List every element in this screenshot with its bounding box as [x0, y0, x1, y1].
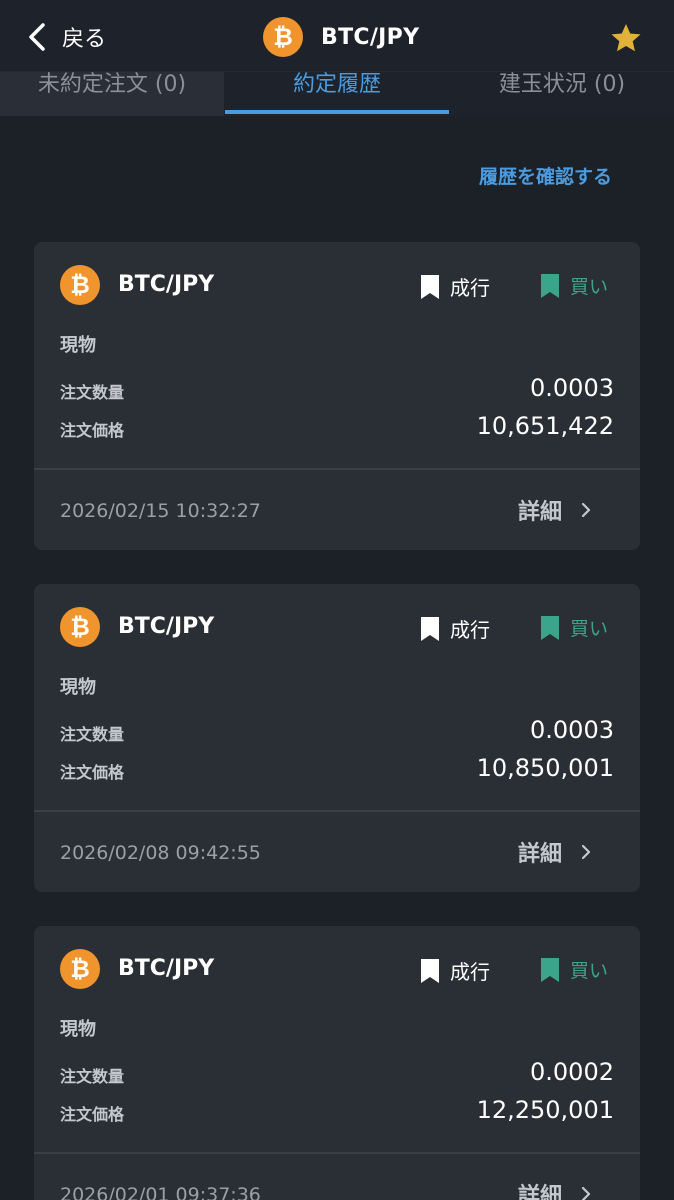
trade-category: 現物 — [60, 335, 96, 356]
price-label: 注文価格 — [60, 763, 125, 782]
back-label: 戻る — [62, 27, 107, 52]
trade-side-label: 買い — [570, 276, 609, 298]
bookmark-icon — [541, 615, 559, 640]
trade-card[interactable]: ₿ BTC/JPY 成行 買い 現物 注文数量 0.0002 注文価格 12,2… — [34, 926, 640, 1200]
page-title: BTC/JPY — [321, 24, 420, 50]
bookmark-icon — [541, 957, 559, 982]
bookmark-icon — [421, 616, 439, 641]
bitcoin-icon: ₿ — [60, 949, 100, 989]
star-icon[interactable] — [610, 22, 642, 54]
bitcoin-icon: ₿ — [60, 265, 100, 305]
view-history-link[interactable]: 履歴を確認する — [479, 162, 612, 189]
order-type-label: 成行 — [450, 618, 490, 642]
trade-side: 買い — [540, 956, 608, 983]
order-type-label: 成行 — [450, 960, 490, 984]
trade-side-label: 買い — [570, 960, 609, 982]
app-header: 戻る ₿ BTC/JPY — [0, 0, 674, 72]
card-divider — [34, 810, 640, 812]
trade-pair: BTC/JPY — [118, 956, 215, 981]
bookmark-icon — [421, 274, 439, 299]
bitcoin-icon: ₿ — [60, 607, 100, 647]
detail-button[interactable]: 詳細 — [518, 494, 592, 526]
page: 未約定注文 (0) 約定履歴 建玉状況 (0) 戻る ₿ BTC/JPY 履歴を… — [0, 0, 674, 1200]
trade-side: 買い — [540, 272, 608, 299]
trade-category: 現物 — [60, 1019, 96, 1040]
detail-label: 詳細 — [518, 1184, 563, 1200]
bitcoin-icon: ₿ — [263, 17, 303, 57]
trade-timestamp: 2026/02/08 09:42:55 — [60, 842, 261, 864]
bookmark-icon — [421, 958, 439, 983]
trade-pair: BTC/JPY — [118, 614, 215, 639]
trade-card[interactable]: ₿ BTC/JPY 成行 買い 現物 注文数量 0.0003 注文価格 10,6… — [34, 242, 640, 550]
price-value: 10,651,422 — [476, 412, 614, 440]
card-divider — [34, 468, 640, 470]
tab-open-orders[interactable]: 未約定注文 (0) — [0, 72, 224, 116]
quantity-value: 0.0003 — [530, 716, 614, 744]
chevron-left-icon — [29, 23, 45, 51]
bookmark-icon — [541, 273, 559, 298]
quantity-label: 注文数量 — [60, 383, 125, 402]
quantity-value: 0.0002 — [530, 1058, 614, 1086]
order-type-label: 成行 — [450, 276, 490, 300]
detail-label: 詳細 — [518, 500, 563, 525]
back-button[interactable]: 戻る — [26, 18, 106, 56]
trade-side: 買い — [540, 614, 608, 641]
card-divider — [34, 1152, 640, 1154]
active-tab-underline — [225, 110, 449, 114]
trade-side-label: 買い — [570, 618, 609, 640]
chevron-right-icon — [581, 1186, 591, 1200]
price-label: 注文価格 — [60, 421, 125, 440]
quantity-value: 0.0003 — [530, 374, 614, 402]
price-value: 10,850,001 — [476, 754, 614, 782]
trade-timestamp: 2026/02/15 10:32:27 — [60, 500, 261, 522]
detail-button[interactable]: 詳細 — [518, 836, 592, 868]
quantity-label: 注文数量 — [60, 725, 125, 744]
detail-button[interactable]: 詳細 — [518, 1178, 592, 1200]
quantity-label: 注文数量 — [60, 1067, 125, 1086]
trade-timestamp: 2026/02/01 09:37:36 — [60, 1184, 261, 1200]
order-type: 成行 — [420, 272, 490, 301]
price-value: 12,250,001 — [476, 1096, 614, 1124]
tab-positions[interactable]: 建玉状況 (0) — [450, 72, 674, 116]
trade-category: 現物 — [60, 677, 96, 698]
chevron-right-icon — [581, 502, 591, 518]
price-label: 注文価格 — [60, 1105, 125, 1124]
detail-label: 詳細 — [518, 842, 563, 867]
trade-pair: BTC/JPY — [118, 272, 215, 297]
chevron-right-icon — [581, 844, 591, 860]
trade-card[interactable]: ₿ BTC/JPY 成行 買い 現物 注文数量 0.0003 注文価格 10,8… — [34, 584, 640, 892]
header-pair: ₿ BTC/JPY — [263, 16, 419, 58]
order-type: 成行 — [420, 614, 490, 643]
order-type: 成行 — [420, 956, 490, 985]
